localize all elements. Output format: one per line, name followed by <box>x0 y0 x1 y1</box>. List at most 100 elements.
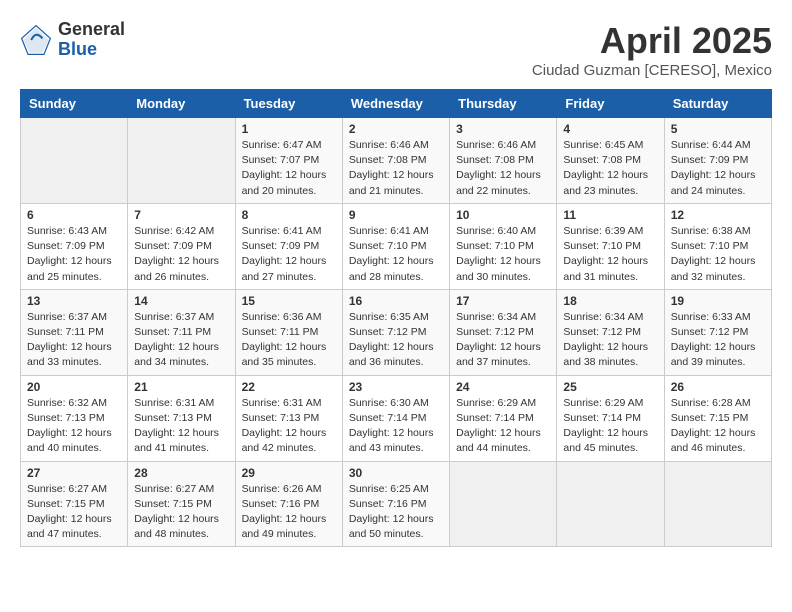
calendar-cell: 5 Sunrise: 6:44 AMSunset: 7:09 PMDaylight… <box>664 118 771 204</box>
logo-blue-text: Blue <box>58 40 125 60</box>
cell-info: Sunrise: 6:44 AMSunset: 7:09 PMDaylight:… <box>671 138 765 199</box>
sunrise-text: Sunrise: 6:28 AM <box>671 397 751 409</box>
calendar-body: 1Sunrise: 6:47 AMSunset: 7:07 PMDaylight… <box>21 118 772 547</box>
day-number: 17 <box>456 294 550 308</box>
cell-info: Sunrise: 6:40 AMSunset: 7:10 PMDaylight:… <box>456 224 550 285</box>
cell-info: Sunrise: 6:37 AMSunset: 7:11 PMDaylight:… <box>134 310 228 371</box>
calendar-week-2: 6Sunrise: 6:43 AMSunset: 7:09 PMDaylight… <box>21 203 772 289</box>
calendar-cell: 12 Sunrise: 6:38 AMSunset: 7:10 PMDayligh… <box>664 203 771 289</box>
calendar-cell: 17 Sunrise: 6:34 AMSunset: 7:12 PMDayligh… <box>450 289 557 375</box>
sunrise-text: Sunrise: 6:39 AM <box>563 225 643 237</box>
sunset-text: Sunset: 7:09 PM <box>242 240 320 252</box>
day-number: 4 <box>563 122 657 136</box>
calendar-week-3: 13Sunrise: 6:37 AMSunset: 7:11 PMDayligh… <box>21 289 772 375</box>
cell-info: Sunrise: 6:29 AMSunset: 7:14 PMDaylight:… <box>456 396 550 457</box>
sunrise-text: Sunrise: 6:34 AM <box>563 311 643 323</box>
daylight-text: Daylight: 12 hours and 43 minutes. <box>349 427 434 454</box>
daylight-text: Daylight: 12 hours and 47 minutes. <box>27 513 112 540</box>
daylight-text: Daylight: 12 hours and 42 minutes. <box>242 427 327 454</box>
cell-info: Sunrise: 6:47 AMSunset: 7:07 PMDaylight:… <box>242 138 336 199</box>
sunrise-text: Sunrise: 6:25 AM <box>349 483 429 495</box>
day-number: 12 <box>671 208 765 222</box>
sunset-text: Sunset: 7:13 PM <box>134 412 212 424</box>
calendar-cell: 2Sunrise: 6:46 AMSunset: 7:08 PMDaylight… <box>342 118 449 204</box>
cell-info: Sunrise: 6:30 AM Sunset: 7:14 PM Daylight:… <box>349 396 443 457</box>
cell-info: Sunrise: 6:34 AMSunset: 7:12 PMDaylight:… <box>456 310 550 371</box>
daylight-text: Daylight: 12 hours and 36 minutes. <box>349 341 434 368</box>
calendar-cell: 4Sunrise: 6:45 AMSunset: 7:08 PMDaylight… <box>557 118 664 204</box>
day-number: 18 <box>563 294 657 308</box>
calendar-cell: 20Sunrise: 6:32 AMSunset: 7:13 PMDayligh… <box>21 375 128 461</box>
sunrise-text: Sunrise: 6:33 AM <box>671 311 751 323</box>
daylight-text: Daylight: 12 hours and 38 minutes. <box>563 341 648 368</box>
sunset-text: Sunset: 7:14 PM <box>349 412 427 424</box>
sunset-text: Sunset: 7:08 PM <box>349 154 427 166</box>
day-number: 25 <box>563 380 657 394</box>
sunrise-text: Sunrise: 6:46 AM <box>349 139 429 151</box>
day-number: 24 <box>456 380 550 394</box>
daylight-text: Daylight: 12 hours and 21 minutes. <box>349 169 434 196</box>
calendar-cell: 18Sunrise: 6:34 AMSunset: 7:12 PMDayligh… <box>557 289 664 375</box>
day-number: 19 <box>671 294 765 308</box>
daylight-text: Daylight: 12 hours and 37 minutes. <box>456 341 541 368</box>
day-number: 5 <box>671 122 765 136</box>
daylight-text: Daylight: 12 hours and 20 minutes. <box>242 169 327 196</box>
title-block: April 2025 Ciudad Guzman [CERESO], Mexic… <box>532 20 772 79</box>
sunrise-text: Sunrise: 6:45 AM <box>563 139 643 151</box>
sunrise-text: Sunrise: 6:44 AM <box>671 139 751 151</box>
calendar-cell: 16 Sunrise: 6:35 AMSunset: 7:12 PMDayligh… <box>342 289 449 375</box>
day-number: 29 <box>242 466 336 480</box>
calendar-cell <box>21 118 128 204</box>
calendar-table: Sunday Monday Tuesday Wednesday Thursday… <box>20 89 772 547</box>
daylight-text: Daylight: 12 hours and 50 minutes. <box>349 513 434 540</box>
day-number: 14 <box>134 294 228 308</box>
cell-info: Sunrise: 6:36 AMSunset: 7:11 PMDaylight:… <box>242 310 336 371</box>
cell-info: Sunrise: 6:38 AMSunset: 7:10 PMDaylight:… <box>671 224 765 285</box>
calendar-cell: 28Sunrise: 6:27 AMSunset: 7:15 PMDayligh… <box>128 461 235 547</box>
cell-info: Sunrise: 6:46 AM Sunset: 7:08 PM Daylight:… <box>349 138 443 199</box>
page-header: General Blue April 2025 Ciudad Guzman [C… <box>20 20 772 79</box>
cell-info: Sunrise: 6:43 AMSunset: 7:09 PMDaylight:… <box>27 224 121 285</box>
daylight-text: Daylight: 12 hours and 30 minutes. <box>456 255 541 282</box>
cell-info: Sunrise: 6:35 AMSunset: 7:12 PMDaylight:… <box>349 310 443 371</box>
daylight-text: Daylight: 12 hours and 26 minutes. <box>134 255 219 282</box>
daylight-text: Daylight: 12 hours and 46 minutes. <box>671 427 756 454</box>
col-wednesday: Wednesday <box>342 90 449 118</box>
sunset-text: Sunset: 7:15 PM <box>27 498 105 510</box>
sunset-text: Sunset: 7:15 PM <box>671 412 749 424</box>
cell-info: Sunrise: 6:32 AMSunset: 7:13 PMDaylight:… <box>27 396 121 457</box>
sunset-text: Sunset: 7:16 PM <box>349 498 427 510</box>
calendar-cell: 24 Sunrise: 6:29 AMSunset: 7:14 PMDayligh… <box>450 375 557 461</box>
calendar-week-1: 1Sunrise: 6:47 AMSunset: 7:07 PMDaylight… <box>21 118 772 204</box>
cell-info: Sunrise: 6:39 AMSunset: 7:10 PMDaylight:… <box>563 224 657 285</box>
calendar-cell: 6Sunrise: 6:43 AMSunset: 7:09 PMDaylight… <box>21 203 128 289</box>
sunset-text: Sunset: 7:13 PM <box>27 412 105 424</box>
sunrise-text: Sunrise: 6:37 AM <box>27 311 107 323</box>
calendar-cell: 30Sunrise: 6:25 AMSunset: 7:16 PMDayligh… <box>342 461 449 547</box>
day-number: 16 <box>349 294 443 308</box>
daylight-text: Daylight: 12 hours and 41 minutes. <box>134 427 219 454</box>
calendar-cell <box>128 118 235 204</box>
calendar-cell: 19 Sunrise: 6:33 AMSunset: 7:12 PMDayligh… <box>664 289 771 375</box>
calendar-week-5: 27Sunrise: 6:27 AMSunset: 7:15 PMDayligh… <box>21 461 772 547</box>
col-friday: Friday <box>557 90 664 118</box>
cell-info: Sunrise: 6:33 AMSunset: 7:12 PMDaylight:… <box>671 310 765 371</box>
sunrise-text: Sunrise: 6:31 AM <box>242 397 322 409</box>
calendar-cell: 23Sunrise: 6:30 AMSunset: 7:14 PMDayligh… <box>342 375 449 461</box>
sunset-text: Sunset: 7:14 PM <box>563 412 641 424</box>
daylight-text: Daylight: 12 hours and 24 minutes. <box>671 169 756 196</box>
calendar-cell: 10Sunrise: 6:40 AMSunset: 7:10 PMDayligh… <box>450 203 557 289</box>
sunset-text: Sunset: 7:08 PM <box>563 154 641 166</box>
daylight-text: Daylight: 12 hours and 25 minutes. <box>27 255 112 282</box>
cell-info: Sunrise: 6:31 AMSunset: 7:13 PMDaylight:… <box>134 396 228 457</box>
logo-general-text: General <box>58 20 125 40</box>
cell-info: Sunrise: 6:26 AMSunset: 7:16 PMDaylight:… <box>242 482 336 543</box>
location-subtitle: Ciudad Guzman [CERESO], Mexico <box>532 62 772 79</box>
sunrise-text: Sunrise: 6:30 AM <box>349 397 429 409</box>
calendar-cell: 27Sunrise: 6:27 AMSunset: 7:15 PMDayligh… <box>21 461 128 547</box>
sunrise-text: Sunrise: 6:41 AM <box>349 225 429 237</box>
sunset-text: Sunset: 7:10 PM <box>349 240 427 252</box>
day-number: 15 <box>242 294 336 308</box>
daylight-text: Daylight: 12 hours and 34 minutes. <box>134 341 219 368</box>
sunrise-text: Sunrise: 6:37 AM <box>134 311 214 323</box>
